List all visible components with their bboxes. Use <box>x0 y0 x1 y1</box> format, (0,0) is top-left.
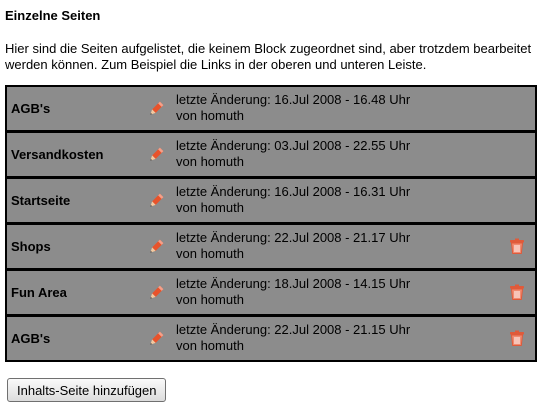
page-row: Startseite letzte Änderung: 16.Jul 2008 … <box>5 177 537 224</box>
page-author: von homuth <box>176 246 244 261</box>
page-list: AGB's letzte Änderung: 16.Jul 2008 - 16.… <box>5 85 537 362</box>
page-meta: letzte Änderung: 22.Jul 2008 - 21.17 Uhr… <box>176 230 410 262</box>
pencil-icon[interactable] <box>147 192 165 210</box>
page-row: AGB's letzte Änderung: 22.Jul 2008 - 21.… <box>5 315 537 362</box>
pencil-icon[interactable] <box>147 330 165 348</box>
page-author: von homuth <box>176 154 244 169</box>
page-modified: letzte Änderung: 03.Jul 2008 - 22.55 Uhr <box>176 138 411 153</box>
trash-icon[interactable] <box>508 237 526 255</box>
page-name: Fun Area <box>11 285 67 300</box>
page-meta: letzte Änderung: 16.Jul 2008 - 16.31 Uhr… <box>176 184 410 216</box>
page-modified: letzte Änderung: 18.Jul 2008 - 14.15 Uhr <box>176 276 411 291</box>
page-name: Shops <box>11 239 51 254</box>
section-title: Einzelne Seiten <box>5 8 101 23</box>
add-page-button[interactable]: Inhalts-Seite hinzufügen <box>7 378 167 402</box>
pencil-icon[interactable] <box>147 238 165 256</box>
pencil-icon[interactable] <box>147 146 165 164</box>
pencil-icon[interactable] <box>147 100 165 118</box>
page-modified: letzte Änderung: 22.Jul 2008 - 21.17 Uhr <box>176 230 411 245</box>
section-description: Hier sind die Seiten aufgelistet, die ke… <box>5 41 532 72</box>
page-name: AGB's <box>11 101 51 116</box>
page-modified: letzte Änderung: 22.Jul 2008 - 21.15 Uhr <box>176 322 411 337</box>
page-name: Startseite <box>11 193 71 208</box>
page-name: AGB's <box>11 331 51 346</box>
page-author: von homuth <box>176 292 244 307</box>
page-modified: letzte Änderung: 16.Jul 2008 - 16.31 Uhr <box>176 184 411 199</box>
page-meta: letzte Änderung: 03.Jul 2008 - 22.55 Uhr… <box>176 138 410 170</box>
page-author: von homuth <box>176 108 244 123</box>
page-meta: letzte Änderung: 18.Jul 2008 - 14.15 Uhr… <box>176 276 410 308</box>
page-row: Shops letzte Änderung: 22.Jul 2008 - 21.… <box>5 223 537 270</box>
page-author: von homuth <box>176 338 244 353</box>
trash-icon[interactable] <box>508 283 526 301</box>
page-row: Versandkosten letzte Änderung: 03.Jul 20… <box>5 131 537 178</box>
pencil-icon[interactable] <box>147 284 165 302</box>
trash-icon[interactable] <box>508 329 526 347</box>
page-name: Versandkosten <box>11 147 104 162</box>
page-modified: letzte Änderung: 16.Jul 2008 - 16.48 Uhr <box>176 92 411 107</box>
page-row: Fun Area letzte Änderung: 18.Jul 2008 - … <box>5 269 537 316</box>
page-author: von homuth <box>176 200 244 215</box>
page-meta: letzte Änderung: 16.Jul 2008 - 16.48 Uhr… <box>176 92 410 124</box>
page-row: AGB's letzte Änderung: 16.Jul 2008 - 16.… <box>5 85 537 132</box>
page-meta: letzte Änderung: 22.Jul 2008 - 21.15 Uhr… <box>176 322 410 354</box>
